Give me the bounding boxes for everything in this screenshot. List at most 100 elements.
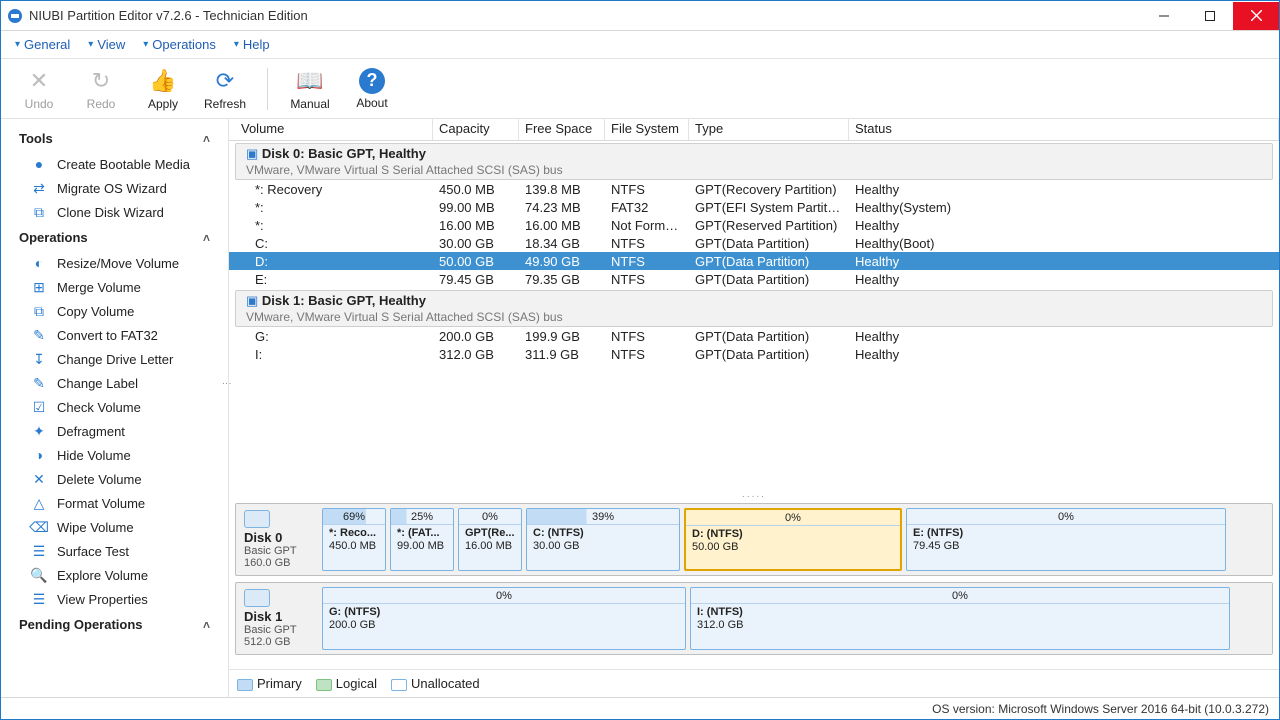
minimize-button[interactable]	[1141, 2, 1187, 30]
vol-capacity: 99.00 MB	[433, 200, 519, 215]
volume-list-header: Volume Capacity Free Space File System T…	[229, 119, 1279, 141]
partition-block[interactable]: 0% D: (NTFS)50.00 GB	[684, 508, 902, 571]
vol-status: Healthy(System)	[849, 200, 1273, 215]
volume-row[interactable]: *: Recovery 450.0 MB 139.8 MB NTFS GPT(R…	[229, 180, 1279, 198]
operation-item[interactable]: ⧉Copy Volume	[1, 299, 228, 323]
volume-row[interactable]: *: 16.00 MB 16.00 MB Not Forma... GPT(Re…	[229, 216, 1279, 234]
partition-label: *: (FAT...99.00 MB	[391, 525, 453, 555]
operation-label: Hide Volume	[57, 448, 131, 463]
about-button[interactable]: ?About	[348, 68, 396, 110]
volume-row[interactable]: G: 200.0 GB 199.9 GB NTFS GPT(Data Parti…	[229, 327, 1279, 345]
operation-item[interactable]: ⊞Merge Volume	[1, 275, 228, 299]
operation-icon: ✎	[31, 327, 47, 343]
operation-item[interactable]: ☰Surface Test	[1, 539, 228, 563]
disk-subtitle: VMware, VMware Virtual S Serial Attached…	[246, 310, 563, 324]
operation-item[interactable]: ✎Change Label	[1, 371, 228, 395]
col-type[interactable]: Type	[689, 119, 849, 140]
menu-view[interactable]: ▾View	[88, 37, 125, 52]
operation-icon: ◐	[31, 255, 47, 271]
pending-section-header[interactable]: Pending Operations˄	[1, 611, 228, 638]
vol-status: Healthy(Boot)	[849, 236, 1273, 251]
operation-item[interactable]: △Format Volume	[1, 491, 228, 515]
vol-type: GPT(EFI System Partition)	[689, 200, 849, 215]
vol-fs: FAT32	[605, 200, 689, 215]
operation-label: Copy Volume	[57, 304, 134, 319]
vol-type: GPT(Data Partition)	[689, 236, 849, 251]
disk-icon	[244, 510, 270, 528]
operation-item[interactable]: ⌫Wipe Volume	[1, 515, 228, 539]
vol-name: I:	[235, 347, 433, 362]
tool-item[interactable]: ⧉Clone Disk Wizard	[1, 200, 228, 224]
vol-status: Healthy	[849, 182, 1273, 197]
disk-icon	[244, 589, 270, 607]
operation-icon: ⊞	[31, 279, 47, 295]
legend: Primary Logical Unallocated	[229, 669, 1279, 697]
chevron-up-icon: ˄	[203, 618, 210, 632]
col-status[interactable]: Status	[849, 119, 1279, 140]
col-volume[interactable]: Volume	[235, 119, 433, 140]
tool-label: Clone Disk Wizard	[57, 205, 164, 220]
disk-size: 160.0 GB	[244, 557, 290, 569]
operation-item[interactable]: ☑Check Volume	[1, 395, 228, 419]
vol-status: Healthy	[849, 347, 1273, 362]
partition-usage-bar: 0%	[686, 510, 900, 526]
col-file-system[interactable]: File System	[605, 119, 689, 140]
vol-type: GPT(Data Partition)	[689, 347, 849, 362]
operation-item[interactable]: ◑Hide Volume	[1, 443, 228, 467]
operation-item[interactable]: 🔍Explore Volume	[1, 563, 228, 587]
undo-button[interactable]: ✕Undo	[15, 67, 63, 111]
disk-scheme: Basic GPT	[244, 624, 297, 636]
operations-section-header[interactable]: Operations˄	[1, 224, 228, 251]
disk-map: Disk 0 Basic GPT 160.0 GB 69% *: Reco...…	[235, 503, 1273, 576]
disk-header[interactable]: ▣ Disk 0: Basic GPT, Healthy VMware, VMw…	[235, 143, 1273, 180]
close-button[interactable]	[1233, 2, 1279, 30]
vol-status: Healthy	[849, 329, 1273, 344]
disk-header[interactable]: ▣ Disk 1: Basic GPT, Healthy VMware, VMw…	[235, 290, 1273, 327]
col-capacity[interactable]: Capacity	[433, 119, 519, 140]
partition-block[interactable]: 0% I: (NTFS)312.0 GB	[690, 587, 1230, 650]
operation-label: Surface Test	[57, 544, 129, 559]
volume-row[interactable]: *: 99.00 MB 74.23 MB FAT32 GPT(EFI Syste…	[229, 198, 1279, 216]
undo-icon: ✕	[25, 67, 53, 95]
partition-block[interactable]: 25% *: (FAT...99.00 MB	[390, 508, 454, 571]
partition-block[interactable]: 39% C: (NTFS)30.00 GB	[526, 508, 680, 571]
operation-item[interactable]: ◐Resize/Move Volume	[1, 251, 228, 275]
tools-section-header[interactable]: Tools˄	[1, 125, 228, 152]
volume-row[interactable]: I: 312.0 GB 311.9 GB NTFS GPT(Data Parti…	[229, 345, 1279, 363]
disk-block[interactable]: Disk 0 Basic GPT 160.0 GB	[240, 508, 318, 571]
horizontal-splitter[interactable]: .....	[229, 489, 1279, 499]
partition-label: C: (NTFS)30.00 GB	[527, 525, 679, 555]
disk-block[interactable]: Disk 1 Basic GPT 512.0 GB	[240, 587, 318, 650]
operation-item[interactable]: ✎Convert to FAT32	[1, 323, 228, 347]
volume-row[interactable]: C: 30.00 GB 18.34 GB NTFS GPT(Data Parti…	[229, 234, 1279, 252]
manual-button[interactable]: 📖Manual	[286, 67, 334, 111]
operation-item[interactable]: ↧Change Drive Letter	[1, 347, 228, 371]
redo-button[interactable]: ↻Redo	[77, 67, 125, 111]
partition-block[interactable]: 0% E: (NTFS)79.45 GB	[906, 508, 1226, 571]
partition-block[interactable]: 69% *: Reco...450.0 MB	[322, 508, 386, 571]
apply-button[interactable]: 👍Apply	[139, 67, 187, 111]
partition-usage-bar: 0%	[459, 509, 521, 525]
operation-item[interactable]: ✦Defragment	[1, 419, 228, 443]
menu-operations[interactable]: ▾Operations	[143, 37, 216, 52]
partition-block[interactable]: 0% GPT(Re...16.00 MB	[458, 508, 522, 571]
volume-row[interactable]: E: 79.45 GB 79.35 GB NTFS GPT(Data Parti…	[229, 270, 1279, 288]
refresh-button[interactable]: ⟳Refresh	[201, 67, 249, 111]
menu-general[interactable]: ▾General	[15, 37, 70, 52]
volume-row[interactable]: D: 50.00 GB 49.90 GB NTFS GPT(Data Parti…	[229, 252, 1279, 270]
maximize-button[interactable]	[1187, 2, 1233, 30]
menu-help[interactable]: ▾Help	[234, 37, 270, 52]
operation-item[interactable]: ✕Delete Volume	[1, 467, 228, 491]
vol-free: 16.00 MB	[519, 218, 605, 233]
tool-label: Migrate OS Wizard	[57, 181, 167, 196]
tool-item[interactable]: ●Create Bootable Media	[1, 152, 228, 176]
legend-unallocated: Unallocated	[391, 676, 480, 691]
tool-item[interactable]: ⇄Migrate OS Wizard	[1, 176, 228, 200]
partition-block[interactable]: 0% G: (NTFS)200.0 GB	[322, 587, 686, 650]
refresh-icon: ⟳	[211, 67, 239, 95]
splitter-handle[interactable]: ⋮	[225, 379, 228, 387]
vol-capacity: 79.45 GB	[433, 272, 519, 287]
col-free-space[interactable]: Free Space	[519, 119, 605, 140]
disk-icon: ▣	[246, 146, 258, 161]
operation-item[interactable]: ☰View Properties	[1, 587, 228, 611]
